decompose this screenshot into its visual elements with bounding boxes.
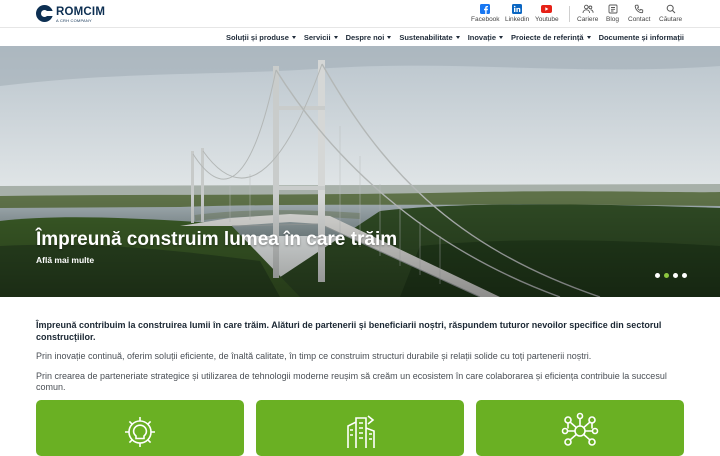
nav-label: Documente și informații [598, 33, 684, 42]
nav-innovation[interactable]: Inovație [467, 33, 504, 42]
hero-title: Împreună construim lumea în care trăim [36, 229, 398, 250]
search-label: Căutare [659, 16, 683, 23]
nav-services[interactable]: Servicii [304, 33, 338, 42]
caret-down-icon [586, 36, 591, 39]
slider-dots [655, 273, 691, 278]
contact-label: Contact [628, 16, 651, 23]
network-icon [560, 412, 600, 455]
top-bar: ROMCIM A CRH COMPANY Facebook Linkedin Y… [0, 0, 720, 27]
logo-name: ROMCIM [56, 6, 106, 18]
slide-dot-1[interactable] [655, 273, 660, 278]
linkedin-label: Linkedin [505, 16, 530, 23]
nav-documents-info[interactable]: Documente și informații [599, 33, 684, 42]
people-icon [582, 3, 594, 14]
facebook-link[interactable]: Facebook [471, 3, 500, 25]
nav-label: Sustenabilitate [399, 33, 453, 42]
nav-sustainability[interactable]: Sustenabilitate [399, 33, 460, 42]
linkedin-icon [512, 3, 523, 14]
nav-reference-projects[interactable]: Proiecte de referință [511, 33, 591, 42]
facebook-label: Facebook [471, 16, 500, 23]
feature-card-innovation[interactable] [36, 400, 244, 456]
phone-icon [634, 3, 644, 14]
careers-label: Cariere [577, 16, 599, 23]
feature-cards [36, 400, 686, 456]
blog-label: Blog [606, 16, 620, 23]
caret-down-icon [499, 36, 504, 39]
intro-paragraph-2: Prin crearea de parteneriate strategice … [36, 370, 667, 393]
feature-card-construction[interactable] [256, 400, 464, 456]
nav-label: Servicii [303, 33, 331, 42]
blog-icon [608, 3, 618, 14]
intro-paragraph-1: Prin inovație continuă, oferim soluții e… [36, 351, 592, 361]
contact-link[interactable]: Contact [628, 3, 650, 25]
nav-label: Soluții și produse [225, 33, 289, 42]
caret-down-icon [455, 36, 460, 39]
caret-down-icon [387, 36, 392, 39]
logo-mark-icon [36, 5, 53, 22]
intro-section: Împreună contribuim la construirea lumii… [36, 320, 686, 394]
gear-bulb-icon [120, 412, 160, 455]
search-link[interactable]: Căutare [659, 3, 682, 25]
slide-dot-2[interactable] [664, 273, 669, 278]
nav-label: Inovație [467, 33, 497, 42]
intro-lead: Împreună contribuim la construirea lumii… [36, 320, 662, 342]
learn-more-link[interactable]: Află mai multe [36, 255, 94, 265]
caret-down-icon [333, 36, 338, 39]
facebook-icon [480, 3, 491, 14]
slide-dot-4[interactable] [682, 273, 687, 278]
youtube-label: Youtube [535, 16, 559, 23]
linkedin-link[interactable]: Linkedin [505, 3, 529, 25]
feature-card-network[interactable] [476, 400, 684, 456]
search-icon [666, 3, 676, 14]
nav-label: Despre noi [345, 33, 385, 42]
nav-solutions-products[interactable]: Soluții și produse [226, 33, 296, 42]
careers-link[interactable]: Cariere [577, 3, 598, 25]
blog-link[interactable]: Blog [606, 3, 619, 25]
slide-dot-3[interactable] [673, 273, 678, 278]
utility-divider [569, 6, 570, 22]
buildings-icon [340, 412, 380, 455]
nav-label: Proiecte de referință [511, 33, 584, 42]
hero-banner: Împreună construim lumea în care trăim A… [0, 46, 720, 297]
youtube-icon [541, 3, 553, 14]
bridge-photo [0, 46, 720, 297]
caret-down-icon [291, 36, 296, 39]
youtube-link[interactable]: Youtube [535, 3, 559, 25]
nav-about-us[interactable]: Despre noi [346, 33, 392, 42]
logo-tagline: A CRH COMPANY [56, 18, 92, 23]
main-navigation: Soluții și produse Servicii Despre noi S… [0, 27, 720, 46]
